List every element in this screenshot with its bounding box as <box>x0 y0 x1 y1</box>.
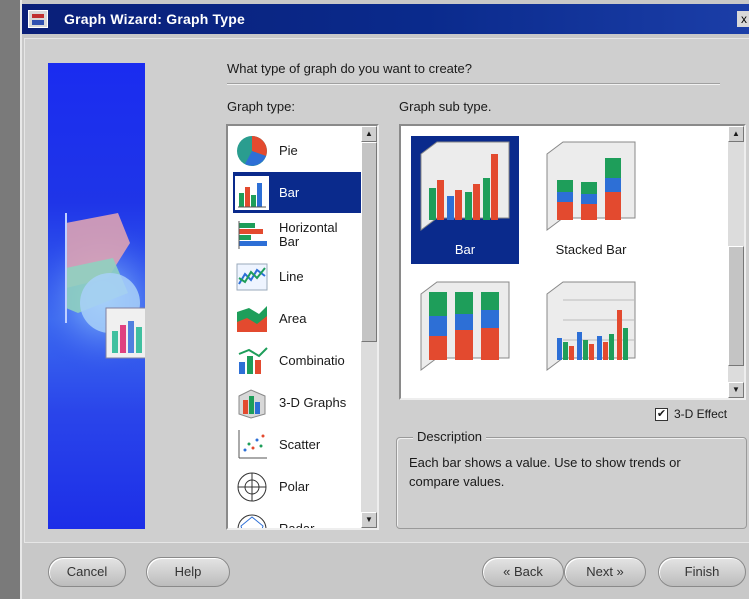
graph-type-label: Pie <box>279 142 298 158</box>
bar-icon <box>235 175 269 210</box>
back-label: Back <box>513 564 543 579</box>
3d-effect-label: 3-D Effect <box>674 407 728 421</box>
sub-type-stacked-bar[interactable]: Stacked Bar <box>537 136 645 264</box>
description-legend: Description <box>413 429 487 444</box>
percent-stacked-bar-icon <box>417 280 513 376</box>
graph-sub-type-label: Graph sub type. <box>399 99 492 114</box>
radar-icon <box>235 512 269 528</box>
scroll-down-icon[interactable]: ▼ <box>728 382 744 398</box>
graph-type-label: Graph type: <box>227 99 295 114</box>
sub-type-scrollbar[interactable]: ▲ ▼ <box>728 126 744 398</box>
graph-type-bar[interactable]: Bar <box>233 172 361 213</box>
graph-type-label-text: Graph type: <box>227 99 295 114</box>
window-title: Graph Wizard: Graph Type <box>64 11 245 27</box>
graph-type-horizontal-bar[interactable]: Horizontal Bar <box>233 214 361 255</box>
title-bar[interactable]: Graph Wizard: Graph Type x <box>22 4 749 34</box>
graph-type-polar[interactable]: Polar <box>233 466 361 507</box>
description-group: Description Each bar shows a value. Use … <box>396 429 747 529</box>
3d-effect-checkbox[interactable]: ✔ 3-D Effect <box>655 407 727 421</box>
question-text: What type of graph do you want to create… <box>227 61 472 76</box>
sub-type-caption: Bar <box>454 242 476 257</box>
scroll-thumb[interactable] <box>361 142 377 342</box>
graph-type-label: Combinatio <box>279 352 345 368</box>
scroll-up-icon[interactable]: ▲ <box>361 126 377 142</box>
checkbox-checked-icon[interactable]: ✔ <box>655 407 668 421</box>
graph-sub-type-list[interactable]: Bar Stacked Bar ▲ ▼ <box>399 124 746 400</box>
3d-graphs-icon <box>235 386 269 420</box>
graph-type-label: 3-D Graphs <box>279 394 347 410</box>
scatter-icon <box>235 428 269 462</box>
graph-type-label: Radar <box>279 520 315 530</box>
graph-type-pie[interactable]: Pie <box>233 130 361 171</box>
help-button[interactable]: Help <box>146 557 230 587</box>
sub-type-bar[interactable]: Bar <box>411 136 519 264</box>
graph-type-scatter[interactable]: Scatter <box>233 424 361 465</box>
sub-type-caption: Stacked Bar <box>555 242 627 257</box>
graph-type-label: Line <box>279 268 304 284</box>
3d-bar-icon <box>417 140 513 236</box>
graph-type-list[interactable]: Pie Bar Horizontal Bar Line Area Combina… <box>226 124 379 530</box>
app-icon <box>28 10 48 28</box>
graph-type-area[interactable]: Area <box>233 298 361 339</box>
back-arrow-icon: « <box>503 564 514 579</box>
graph-type-radar[interactable]: Radar <box>233 508 361 530</box>
description-text: Each bar shows a value. Use to show tren… <box>409 455 681 489</box>
graph-type-label: Bar <box>279 184 300 200</box>
combination-icon <box>235 344 269 378</box>
back-button[interactable]: « Back <box>482 557 564 587</box>
next-button[interactable]: Next » <box>564 557 646 587</box>
graph-type-line[interactable]: Line <box>233 256 361 297</box>
stacked-bar-icon <box>543 140 639 236</box>
sub-type-percent-stacked-bar[interactable] <box>411 276 519 398</box>
wizard-illustration <box>48 63 145 529</box>
pie-icon <box>235 134 269 168</box>
separator-line <box>227 83 720 85</box>
cancel-button[interactable]: Cancel <box>48 557 126 587</box>
graph-type-combination[interactable]: Combinatio <box>233 340 361 381</box>
3d-clustered-bar-icon <box>543 280 639 376</box>
scroll-down-icon[interactable]: ▼ <box>361 512 377 528</box>
graph-type-scrollbar[interactable]: ▲ ▼ <box>361 126 377 528</box>
line-icon <box>235 260 269 294</box>
close-icon[interactable]: x <box>737 11 749 27</box>
graph-type-label: Scatter <box>279 436 321 452</box>
next-arrow-icon: » <box>612 564 624 579</box>
graph-sub-type-label-text: Graph sub type. <box>399 99 492 114</box>
area-icon <box>235 302 269 336</box>
graph-type-label: Horizontal Bar <box>279 219 338 249</box>
wizard-panel: What type of graph do you want to create… <box>24 38 749 543</box>
graph-wizard-window: Graph Wizard: Graph Type x What type of … <box>20 0 749 599</box>
scroll-up-icon[interactable]: ▲ <box>728 126 744 142</box>
horizontal-bar-icon <box>235 218 269 252</box>
graph-type-3d-graphs[interactable]: 3-D Graphs <box>233 382 361 423</box>
graph-type-label: Area <box>279 310 307 326</box>
next-label: Next <box>586 564 613 579</box>
graph-type-label: Polar <box>279 478 310 494</box>
sub-type-3d-clustered-bar[interactable] <box>537 276 645 398</box>
polar-icon <box>235 470 269 504</box>
scroll-thumb[interactable] <box>728 246 744 366</box>
finish-button[interactable]: Finish <box>658 557 746 587</box>
